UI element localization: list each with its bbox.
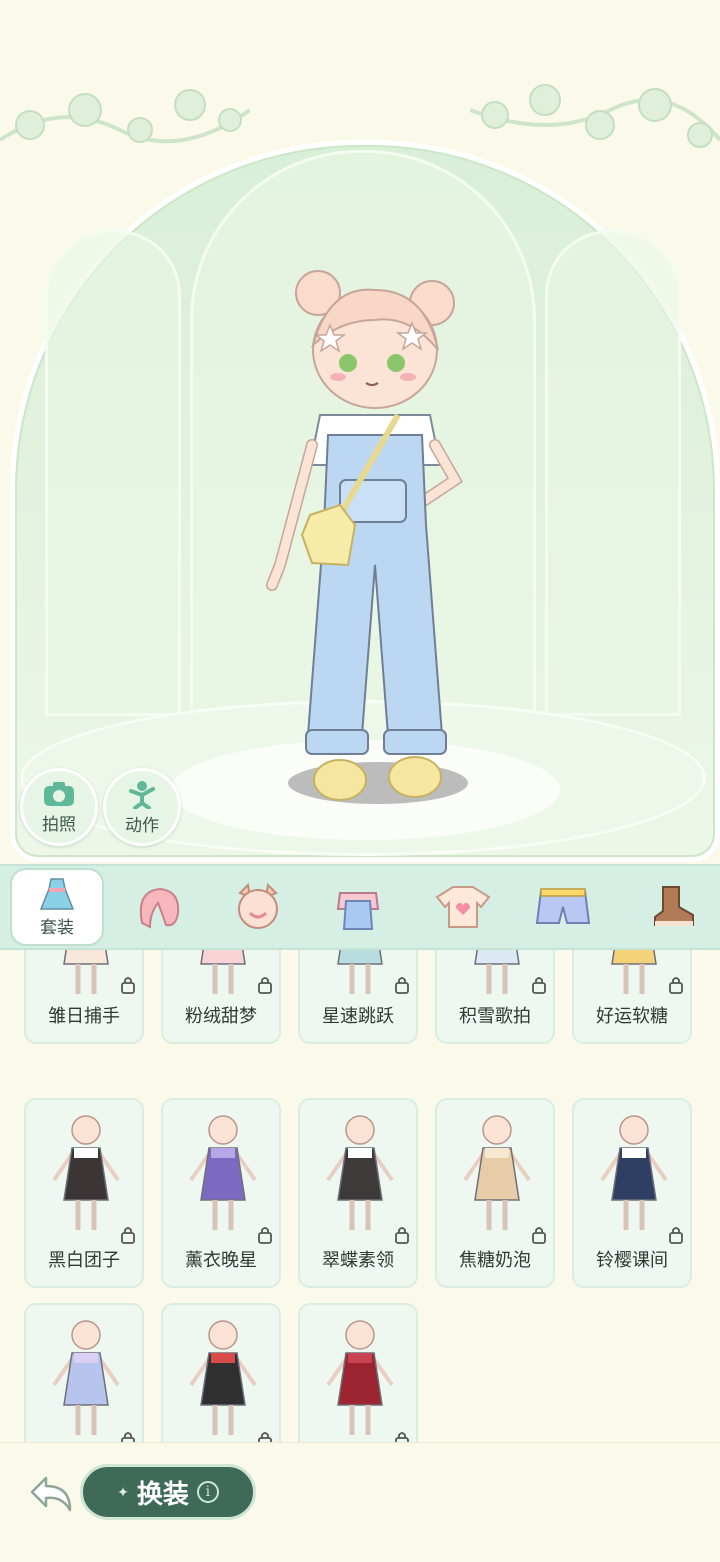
character-avatar[interactable] (250, 265, 470, 805)
action-button[interactable]: 动作 (103, 768, 181, 846)
outfit-name: 好运软糖 (596, 1006, 668, 1026)
outfit-card[interactable] (24, 1303, 144, 1442)
pose-icon (129, 780, 155, 809)
shorts-icon (535, 888, 591, 924)
outfit-preview (52, 1115, 120, 1230)
outfit-name: 焦糖奶泡 (459, 1250, 531, 1270)
outfit-card[interactable]: 铃樱课间 (572, 1098, 692, 1288)
lock-icon (258, 977, 272, 994)
lock-icon (121, 1432, 135, 1442)
back-button[interactable] (24, 1466, 80, 1522)
outfit-preview (611, 950, 657, 994)
hair-icon (139, 887, 180, 929)
outfit-card[interactable]: 粉绒甜梦 (161, 950, 281, 1044)
outfit-card[interactable]: 黑白团子 (24, 1098, 144, 1288)
outfit-name: 积雪歌拍 (459, 1006, 531, 1026)
outfit-preview (200, 950, 246, 994)
arch-window-right (545, 230, 681, 716)
overalls-icon (336, 892, 380, 930)
action-button-label: 动作 (125, 815, 159, 835)
lock-icon (395, 977, 409, 994)
tab-outfit[interactable]: 套装 (10, 868, 104, 946)
tab-top[interactable] (325, 874, 391, 940)
tab-face[interactable] (225, 874, 291, 940)
info-icon[interactable]: i (196, 1481, 219, 1503)
arch-window-left (45, 230, 181, 716)
outfit-preview (189, 1115, 257, 1230)
lock-icon (532, 977, 546, 994)
outfit-preview (474, 950, 520, 994)
face-icon (238, 883, 278, 929)
lock-icon (258, 1432, 272, 1442)
outfit-preview (326, 1320, 394, 1435)
outfit-card[interactable]: 雏日捕手 (24, 950, 144, 1044)
outfit-name: 薰衣晚星 (185, 1250, 257, 1270)
tab-shoes[interactable] (640, 874, 706, 940)
vine-decoration-left (0, 89, 250, 144)
lock-icon (669, 977, 683, 994)
tab-shirt[interactable] (430, 874, 496, 940)
lock-icon (395, 1227, 409, 1244)
tab-bottoms[interactable] (530, 874, 596, 940)
camera-icon (44, 781, 74, 806)
tab-outfit-label: 套装 (40, 917, 74, 937)
outfit-grid: 雏日捕手 粉绒甜梦 星速跳跃 积雪歌拍 好运软糖黑白团子 薰衣晚星 翠蝶素领 焦糖奶泡 铃樱课间 (0, 950, 720, 1442)
lock-icon (121, 977, 135, 994)
outfit-card[interactable]: 翠蝶素领 (298, 1098, 418, 1288)
lock-icon (669, 1227, 683, 1244)
tab-hair[interactable] (125, 874, 191, 940)
outfit-name: 雏日捕手 (48, 1006, 120, 1026)
lock-icon (395, 1432, 409, 1442)
outfit-preview (326, 1115, 394, 1230)
outfit-name: 粉绒甜梦 (185, 1006, 257, 1026)
photo-button-label: 拍照 (42, 814, 76, 834)
outfit-preview (52, 1320, 120, 1435)
outfit-name: 翠蝶素领 (322, 1250, 394, 1270)
dressing-stage: 拍照 动作 (0, 0, 720, 862)
outfit-name: 星速跳跃 (322, 1006, 394, 1026)
swap-outfit-button[interactable]: ✦ 换装 i (80, 1464, 256, 1520)
outfit-preview (63, 950, 109, 994)
sparkle-icon: ✦ (117, 1483, 129, 1500)
outfit-card[interactable] (161, 1303, 281, 1442)
vine-decoration-right (470, 84, 720, 148)
outfit-card[interactable]: 积雪歌拍 (435, 950, 555, 1044)
outfit-preview (600, 1115, 668, 1230)
swap-outfit-label: 换装 (136, 1478, 189, 1509)
outfit-card[interactable]: 薰衣晚星 (161, 1098, 281, 1288)
lock-icon (532, 1227, 546, 1244)
category-tab-bar: 套装 (0, 864, 720, 950)
outfit-preview (337, 950, 383, 994)
outfit-name: 铃樱课间 (596, 1250, 668, 1270)
tshirt-icon (435, 886, 491, 928)
dress-icon (39, 877, 75, 910)
lock-icon (121, 1227, 135, 1244)
outfit-card[interactable] (298, 1303, 418, 1442)
outfit-card[interactable]: 焦糖奶泡 (435, 1098, 555, 1288)
shoe-icon (654, 886, 694, 926)
back-arrow-icon (30, 1476, 72, 1512)
lock-icon (258, 1227, 272, 1244)
outfit-preview (189, 1320, 257, 1435)
outfit-card[interactable]: 星速跳跃 (298, 950, 418, 1044)
outfit-name: 黑白团子 (48, 1250, 120, 1270)
outfit-preview (463, 1115, 531, 1230)
photo-button[interactable]: 拍照 (20, 768, 98, 846)
outfit-card[interactable]: 好运软糖 (572, 950, 692, 1044)
